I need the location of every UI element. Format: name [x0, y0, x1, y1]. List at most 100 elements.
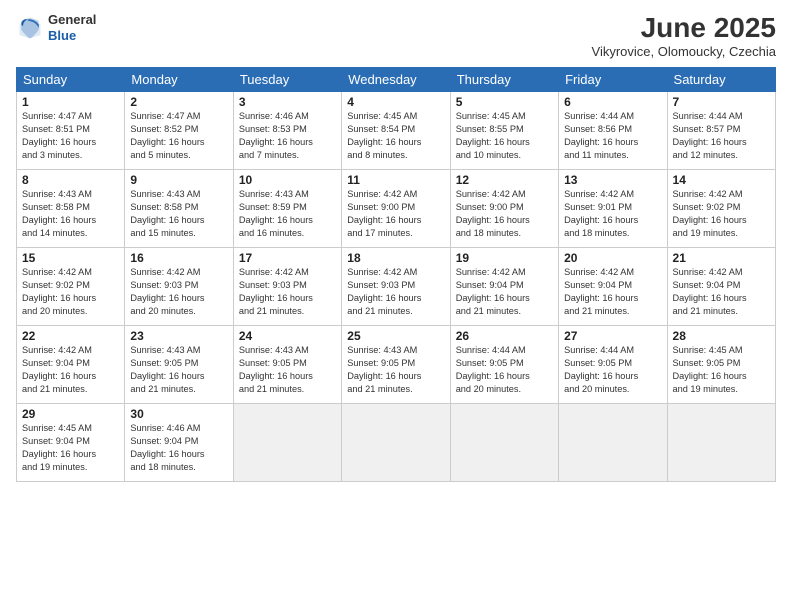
- day-number: 30: [130, 407, 227, 421]
- weekday-header-monday: Monday: [125, 68, 233, 92]
- title-block: June 2025 Vikyrovice, Olomoucky, Czechia: [592, 12, 776, 59]
- day-info: Sunrise: 4:42 AM Sunset: 9:00 PM Dayligh…: [347, 188, 444, 240]
- day-cell: 5Sunrise: 4:45 AM Sunset: 8:55 PM Daylig…: [450, 92, 558, 170]
- weekday-header-row: SundayMondayTuesdayWednesdayThursdayFrid…: [17, 68, 776, 92]
- week-row-3: 15Sunrise: 4:42 AM Sunset: 9:02 PM Dayli…: [17, 248, 776, 326]
- day-info: Sunrise: 4:42 AM Sunset: 9:02 PM Dayligh…: [673, 188, 770, 240]
- day-cell: 27Sunrise: 4:44 AM Sunset: 9:05 PM Dayli…: [559, 326, 667, 404]
- day-cell: 10Sunrise: 4:43 AM Sunset: 8:59 PM Dayli…: [233, 170, 341, 248]
- day-number: 10: [239, 173, 336, 187]
- day-info: Sunrise: 4:47 AM Sunset: 8:51 PM Dayligh…: [22, 110, 119, 162]
- day-cell: [450, 404, 558, 482]
- day-number: 17: [239, 251, 336, 265]
- day-info: Sunrise: 4:45 AM Sunset: 9:05 PM Dayligh…: [673, 344, 770, 396]
- logo-icon: [16, 14, 44, 42]
- week-row-2: 8Sunrise: 4:43 AM Sunset: 8:58 PM Daylig…: [17, 170, 776, 248]
- day-number: 2: [130, 95, 227, 109]
- month-title: June 2025: [592, 12, 776, 44]
- day-info: Sunrise: 4:45 AM Sunset: 8:55 PM Dayligh…: [456, 110, 553, 162]
- day-info: Sunrise: 4:45 AM Sunset: 8:54 PM Dayligh…: [347, 110, 444, 162]
- day-cell: 18Sunrise: 4:42 AM Sunset: 9:03 PM Dayli…: [342, 248, 450, 326]
- week-row-5: 29Sunrise: 4:45 AM Sunset: 9:04 PM Dayli…: [17, 404, 776, 482]
- day-number: 18: [347, 251, 444, 265]
- day-number: 15: [22, 251, 119, 265]
- weekday-header-friday: Friday: [559, 68, 667, 92]
- day-info: Sunrise: 4:43 AM Sunset: 9:05 PM Dayligh…: [347, 344, 444, 396]
- day-info: Sunrise: 4:46 AM Sunset: 8:53 PM Dayligh…: [239, 110, 336, 162]
- day-info: Sunrise: 4:43 AM Sunset: 9:05 PM Dayligh…: [130, 344, 227, 396]
- day-number: 5: [456, 95, 553, 109]
- day-cell: 3Sunrise: 4:46 AM Sunset: 8:53 PM Daylig…: [233, 92, 341, 170]
- logo-general-text: General: [48, 12, 96, 28]
- day-cell: 16Sunrise: 4:42 AM Sunset: 9:03 PM Dayli…: [125, 248, 233, 326]
- day-cell: 14Sunrise: 4:42 AM Sunset: 9:02 PM Dayli…: [667, 170, 775, 248]
- day-info: Sunrise: 4:44 AM Sunset: 8:57 PM Dayligh…: [673, 110, 770, 162]
- day-info: Sunrise: 4:42 AM Sunset: 9:04 PM Dayligh…: [564, 266, 661, 318]
- day-number: 20: [564, 251, 661, 265]
- day-info: Sunrise: 4:44 AM Sunset: 9:05 PM Dayligh…: [564, 344, 661, 396]
- day-number: 21: [673, 251, 770, 265]
- day-cell: 20Sunrise: 4:42 AM Sunset: 9:04 PM Dayli…: [559, 248, 667, 326]
- day-cell: 23Sunrise: 4:43 AM Sunset: 9:05 PM Dayli…: [125, 326, 233, 404]
- day-number: 4: [347, 95, 444, 109]
- day-cell: 25Sunrise: 4:43 AM Sunset: 9:05 PM Dayli…: [342, 326, 450, 404]
- weekday-header-tuesday: Tuesday: [233, 68, 341, 92]
- day-info: Sunrise: 4:43 AM Sunset: 8:58 PM Dayligh…: [130, 188, 227, 240]
- logo-blue-text: Blue: [48, 28, 96, 44]
- day-cell: [233, 404, 341, 482]
- day-number: 12: [456, 173, 553, 187]
- day-info: Sunrise: 4:42 AM Sunset: 9:03 PM Dayligh…: [239, 266, 336, 318]
- day-cell: [559, 404, 667, 482]
- day-number: 29: [22, 407, 119, 421]
- day-number: 19: [456, 251, 553, 265]
- day-cell: 22Sunrise: 4:42 AM Sunset: 9:04 PM Dayli…: [17, 326, 125, 404]
- day-cell: 4Sunrise: 4:45 AM Sunset: 8:54 PM Daylig…: [342, 92, 450, 170]
- day-cell: 28Sunrise: 4:45 AM Sunset: 9:05 PM Dayli…: [667, 326, 775, 404]
- day-info: Sunrise: 4:42 AM Sunset: 9:04 PM Dayligh…: [456, 266, 553, 318]
- day-info: Sunrise: 4:47 AM Sunset: 8:52 PM Dayligh…: [130, 110, 227, 162]
- day-cell: 9Sunrise: 4:43 AM Sunset: 8:58 PM Daylig…: [125, 170, 233, 248]
- day-cell: 8Sunrise: 4:43 AM Sunset: 8:58 PM Daylig…: [17, 170, 125, 248]
- day-cell: 11Sunrise: 4:42 AM Sunset: 9:00 PM Dayli…: [342, 170, 450, 248]
- day-number: 13: [564, 173, 661, 187]
- day-number: 25: [347, 329, 444, 343]
- day-number: 8: [22, 173, 119, 187]
- day-cell: 21Sunrise: 4:42 AM Sunset: 9:04 PM Dayli…: [667, 248, 775, 326]
- day-cell: 2Sunrise: 4:47 AM Sunset: 8:52 PM Daylig…: [125, 92, 233, 170]
- day-number: 27: [564, 329, 661, 343]
- day-number: 9: [130, 173, 227, 187]
- day-info: Sunrise: 4:42 AM Sunset: 9:02 PM Dayligh…: [22, 266, 119, 318]
- day-cell: 17Sunrise: 4:42 AM Sunset: 9:03 PM Dayli…: [233, 248, 341, 326]
- day-info: Sunrise: 4:42 AM Sunset: 9:04 PM Dayligh…: [22, 344, 119, 396]
- day-info: Sunrise: 4:44 AM Sunset: 9:05 PM Dayligh…: [456, 344, 553, 396]
- day-number: 3: [239, 95, 336, 109]
- day-info: Sunrise: 4:43 AM Sunset: 8:58 PM Dayligh…: [22, 188, 119, 240]
- weekday-header-saturday: Saturday: [667, 68, 775, 92]
- calendar-table: SundayMondayTuesdayWednesdayThursdayFrid…: [16, 67, 776, 482]
- day-info: Sunrise: 4:45 AM Sunset: 9:04 PM Dayligh…: [22, 422, 119, 474]
- day-cell: 6Sunrise: 4:44 AM Sunset: 8:56 PM Daylig…: [559, 92, 667, 170]
- day-number: 28: [673, 329, 770, 343]
- day-info: Sunrise: 4:42 AM Sunset: 9:04 PM Dayligh…: [673, 266, 770, 318]
- day-number: 26: [456, 329, 553, 343]
- day-cell: 24Sunrise: 4:43 AM Sunset: 9:05 PM Dayli…: [233, 326, 341, 404]
- day-cell: [342, 404, 450, 482]
- day-info: Sunrise: 4:42 AM Sunset: 9:03 PM Dayligh…: [130, 266, 227, 318]
- day-cell: 13Sunrise: 4:42 AM Sunset: 9:01 PM Dayli…: [559, 170, 667, 248]
- day-info: Sunrise: 4:42 AM Sunset: 9:01 PM Dayligh…: [564, 188, 661, 240]
- day-cell: 29Sunrise: 4:45 AM Sunset: 9:04 PM Dayli…: [17, 404, 125, 482]
- week-row-1: 1Sunrise: 4:47 AM Sunset: 8:51 PM Daylig…: [17, 92, 776, 170]
- day-info: Sunrise: 4:43 AM Sunset: 9:05 PM Dayligh…: [239, 344, 336, 396]
- day-cell: 7Sunrise: 4:44 AM Sunset: 8:57 PM Daylig…: [667, 92, 775, 170]
- day-info: Sunrise: 4:43 AM Sunset: 8:59 PM Dayligh…: [239, 188, 336, 240]
- day-number: 22: [22, 329, 119, 343]
- page: General Blue June 2025 Vikyrovice, Olomo…: [0, 0, 792, 612]
- day-number: 1: [22, 95, 119, 109]
- day-cell: 15Sunrise: 4:42 AM Sunset: 9:02 PM Dayli…: [17, 248, 125, 326]
- location: Vikyrovice, Olomoucky, Czechia: [592, 44, 776, 59]
- header: General Blue June 2025 Vikyrovice, Olomo…: [16, 12, 776, 59]
- day-cell: 1Sunrise: 4:47 AM Sunset: 8:51 PM Daylig…: [17, 92, 125, 170]
- weekday-header-thursday: Thursday: [450, 68, 558, 92]
- day-number: 11: [347, 173, 444, 187]
- day-number: 23: [130, 329, 227, 343]
